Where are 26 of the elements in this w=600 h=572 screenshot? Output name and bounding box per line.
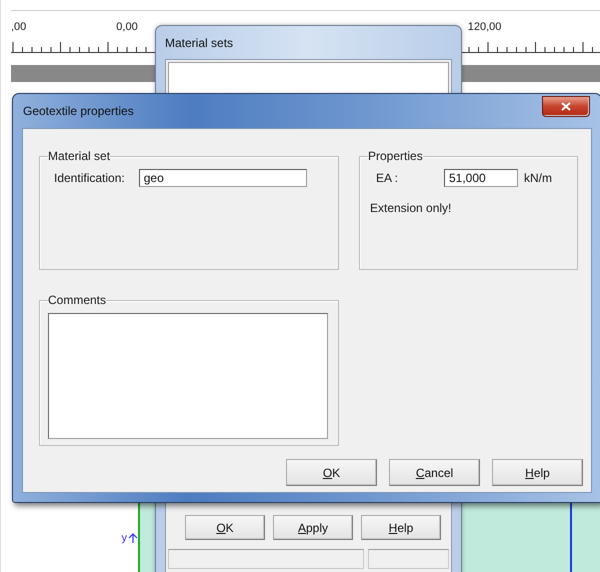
dialog-button[interactable]: Help	[492, 459, 583, 486]
dialog-button[interactable]: Help	[361, 515, 441, 540]
close-button[interactable]	[542, 96, 590, 116]
axis-label: y	[122, 532, 127, 544]
ea-field[interactable]: 51,000	[444, 169, 518, 187]
axis-arrow-icon	[128, 533, 138, 543]
group-title: Comments	[48, 293, 106, 307]
field-label: Identification:	[54, 171, 125, 185]
ruler-label: 0,00	[116, 21, 138, 35]
identification-field[interactable]: geo	[138, 169, 307, 187]
group-title: Properties	[368, 149, 423, 163]
field-label: EA :	[376, 171, 400, 185]
window-title: Material sets	[165, 36, 234, 50]
dialog-button[interactable]: OK	[185, 515, 265, 540]
note-text: Extension only!	[369, 201, 452, 215]
comments-field[interactable]	[48, 313, 328, 439]
group-title: Material set	[48, 149, 110, 163]
ruler-label: 120,00	[468, 21, 502, 35]
dialog-button[interactable]: OK	[286, 459, 377, 486]
dialog-button[interactable]: Apply	[273, 515, 353, 540]
material-list[interactable]	[168, 62, 449, 94]
close-icon	[561, 102, 571, 110]
window-title: Geotextile properties	[22, 104, 134, 118]
dialog-button[interactable]: Cancel	[389, 459, 480, 486]
ruler-label: ,00	[11, 21, 26, 35]
unit-label: kN/m	[524, 171, 552, 185]
